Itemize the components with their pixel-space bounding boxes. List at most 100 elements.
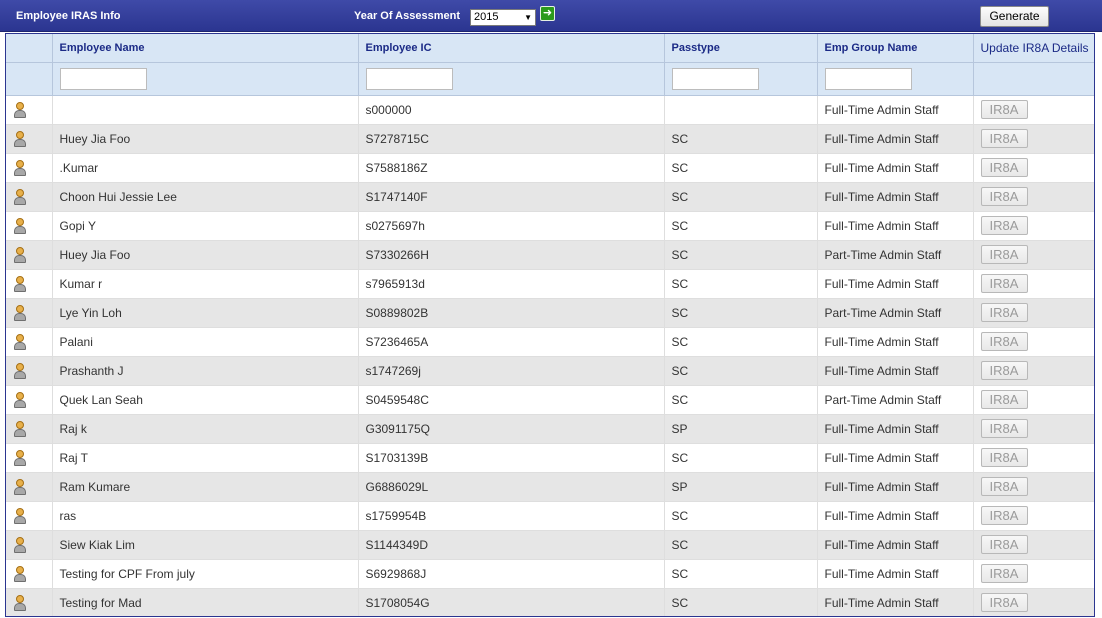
ir8a-button[interactable]: IR8A — [980, 535, 1028, 554]
passtype-cell: SP — [664, 414, 818, 444]
ir8a-cell: IR8A — [973, 472, 1094, 502]
chevron-down-icon: ▼ — [524, 13, 532, 22]
user-icon[interactable] — [14, 101, 26, 118]
ir8a-button[interactable]: IR8A — [980, 187, 1028, 206]
passtype-cell: SP — [664, 472, 818, 502]
employee-ic-cell: S1708054G — [358, 588, 665, 616]
column-header-emp-group-name[interactable]: Emp Group Name — [817, 34, 974, 63]
user-icon[interactable] — [14, 304, 26, 321]
user-icon[interactable] — [14, 478, 26, 495]
column-header-employee-ic[interactable]: Employee IC — [358, 34, 665, 63]
user-icon[interactable] — [14, 333, 26, 350]
employee-name-cell: ras — [52, 501, 359, 531]
passtype-cell: SC — [664, 298, 818, 328]
table-row[interactable]: .Kumar S7588186Z SC Full-Time Admin Staff IR… — [6, 153, 1094, 183]
table-row[interactable]: Testing for Mad S1708054G SC Full-Time Admi… — [6, 588, 1094, 616]
column-header-employee-name[interactable]: Employee Name — [52, 34, 359, 63]
icon-column-header — [6, 34, 53, 63]
table-row[interactable]: Choon Hui Jessie Lee S1747140F SC Full-Time… — [6, 182, 1094, 212]
year-select[interactable]: 2015 ▼ — [470, 9, 536, 26]
filter-cell-empty — [973, 62, 1094, 96]
table-row[interactable]: Gopi Ys0275697h SC Full-Time Admin Staff IR… — [6, 211, 1094, 241]
filter-cell-empty — [6, 62, 53, 96]
ir8a-button[interactable]: IR8A — [980, 158, 1028, 177]
table-row[interactable]: Raj T S1703139B SC Full-Time Admin Staff IR8… — [6, 443, 1094, 473]
user-icon[interactable] — [14, 159, 26, 176]
ir8a-button[interactable]: IR8A — [980, 216, 1028, 235]
user-icon[interactable] — [14, 217, 26, 234]
employee-ic-cell: S7236465A — [358, 327, 665, 357]
user-icon[interactable] — [14, 449, 26, 466]
ir8a-button[interactable]: IR8A — [980, 564, 1028, 583]
user-icon[interactable] — [14, 246, 26, 263]
user-icon[interactable] — [14, 420, 26, 437]
table-row[interactable]: s000000 Full-Time Admin Staff IR8A — [6, 95, 1094, 125]
user-icon[interactable] — [14, 362, 26, 379]
emp-group-cell: Part-Time Admin Staff — [817, 240, 974, 270]
table-row[interactable]: Siew Kiak Lim S1144349D SC Full-Time Admin … — [6, 530, 1094, 560]
table-row[interactable]: Huey Jia Foo S7278715C SC Full-Time Admin S… — [6, 124, 1094, 154]
ir8a-cell: IR8A — [973, 240, 1094, 270]
user-icon[interactable] — [14, 507, 26, 524]
ir8a-cell: IR8A — [973, 95, 1094, 125]
year-select-value: 2015 — [474, 11, 499, 23]
ir8a-button[interactable]: IR8A — [980, 361, 1028, 380]
table-row[interactable]: Testing for CPF From july S6929868J SC Full… — [6, 559, 1094, 589]
passtype-cell: SC — [664, 501, 818, 531]
ir8a-button[interactable]: IR8A — [980, 332, 1028, 351]
user-icon[interactable] — [14, 275, 26, 292]
table-row[interactable]: ras s1759954B SC Full-Time Admin Staff IR8A — [6, 501, 1094, 531]
go-arrow-icon[interactable]: ➜ — [540, 6, 555, 21]
filter-employee-name-input[interactable] — [59, 67, 147, 90]
table-body: s000000 Full-Time Admin Staff IR8A Huey Jia… — [6, 95, 1094, 616]
generate-button[interactable]: Generate — [980, 6, 1049, 27]
table-row[interactable]: Kumar r s7965913d SC Full-Time Admin Staff I… — [6, 269, 1094, 299]
row-icon-cell — [6, 182, 53, 212]
ir8a-button[interactable]: IR8A — [980, 419, 1028, 438]
employee-name-cell: Lye Yin Loh — [52, 298, 359, 328]
ir8a-cell: IR8A — [973, 298, 1094, 328]
filter-emp-group-input[interactable] — [824, 67, 912, 90]
filter-passtype-input[interactable] — [671, 67, 759, 90]
ir8a-button[interactable]: IR8A — [980, 274, 1028, 293]
ir8a-button[interactable]: IR8A — [980, 129, 1028, 148]
user-icon[interactable] — [14, 594, 26, 611]
ir8a-button[interactable]: IR8A — [980, 100, 1028, 119]
ir8a-cell: IR8A — [973, 124, 1094, 154]
employee-ic-cell: s0275697h — [358, 211, 665, 241]
row-icon-cell — [6, 385, 53, 415]
user-icon[interactable] — [14, 391, 26, 408]
year-of-assessment-label: Year Of Assessment — [354, 10, 460, 22]
table-row[interactable]: Lye Yin Loh S0889802B SC Part-Time Admin St… — [6, 298, 1094, 328]
table-row[interactable]: Prashanth Js1747269j SC Full-Time Admin St… — [6, 356, 1094, 386]
ir8a-button[interactable]: IR8A — [980, 390, 1028, 409]
table-row[interactable]: Huey Jia Foo S7330266H SC Part-Time Admin S… — [6, 240, 1094, 270]
user-icon[interactable] — [14, 188, 26, 205]
ir8a-cell: IR8A — [973, 501, 1094, 531]
employee-name-cell: Kumar r — [52, 269, 359, 299]
table-row[interactable]: Quek Lan Seah S0459548C SC Part-Time Admin … — [6, 385, 1094, 415]
passtype-cell: SC — [664, 530, 818, 560]
user-icon[interactable] — [14, 536, 26, 553]
employee-name-cell: Ram Kumare — [52, 472, 359, 502]
table-row[interactable]: Palani S7236465A SC Full-Time Admin Staff IR… — [6, 327, 1094, 357]
table-row[interactable]: Ram Kumare G6886029L SP Full-Time Admin Sta… — [6, 472, 1094, 502]
ir8a-button[interactable]: IR8A — [980, 303, 1028, 322]
ir8a-button[interactable]: IR8A — [980, 506, 1028, 525]
column-header-passtype[interactable]: Passtype — [664, 34, 818, 63]
ir8a-button[interactable]: IR8A — [980, 245, 1028, 264]
ir8a-button[interactable]: IR8A — [980, 448, 1028, 467]
row-icon-cell — [6, 153, 53, 183]
ir8a-button[interactable]: IR8A — [980, 593, 1028, 612]
employee-ic-cell: G6886029L — [358, 472, 665, 502]
user-icon[interactable] — [14, 130, 26, 147]
row-icon-cell — [6, 472, 53, 502]
passtype-cell — [664, 95, 818, 125]
table-row[interactable]: Raj k G3091175Q SP Full-Time Admin Staff IR8… — [6, 414, 1094, 444]
employee-name-cell: Prashanth J — [52, 356, 359, 386]
employee-ic-cell: s1759954B — [358, 501, 665, 531]
ir8a-button[interactable]: IR8A — [980, 477, 1028, 496]
employee-name-cell: Quek Lan Seah — [52, 385, 359, 415]
filter-employee-ic-input[interactable] — [365, 67, 453, 90]
user-icon[interactable] — [14, 565, 26, 582]
